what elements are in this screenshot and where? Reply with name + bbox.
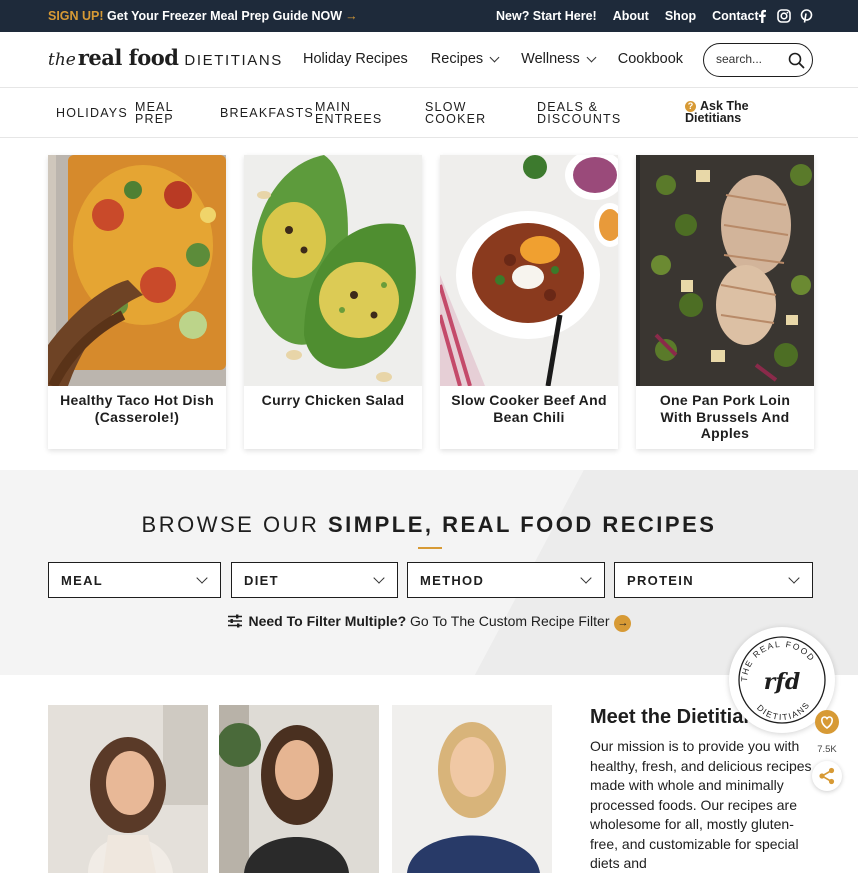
about-link[interactable]: About	[613, 9, 649, 23]
freezer-guide-promo[interactable]: SIGN UP! Get Your Freezer Meal Prep Guid…	[48, 9, 358, 23]
method-filter-dropdown[interactable]: Method	[407, 562, 605, 598]
arrow-right-icon: →	[345, 9, 358, 23]
recipe-image-curry-chicken-salad[interactable]	[244, 155, 422, 386]
subnav-ask-dietitians[interactable]: ? Ask The Dietitians	[685, 100, 749, 124]
recipe-image-pork-loin[interactable]	[636, 155, 814, 386]
top-links: New? Start Here! About Shop Contact	[496, 9, 759, 23]
nav-cookbook[interactable]: Cookbook	[618, 51, 683, 67]
sliders-icon	[227, 614, 242, 628]
search-input[interactable]	[716, 52, 786, 66]
chevron-down-icon	[586, 52, 597, 62]
heart-icon	[821, 716, 833, 729]
svg-text:rfd: rfd	[764, 669, 800, 695]
meal-filter-dropdown[interactable]: Meal	[48, 562, 221, 598]
chevron-down-icon	[788, 572, 800, 584]
recipe-title[interactable]: Slow Cooker Beef And Bean Chili	[448, 392, 610, 425]
share-icon	[819, 767, 835, 785]
chevron-down-icon	[196, 572, 208, 584]
promo-topbar: SIGN UP! Get Your Freezer Meal Prep Guid…	[0, 0, 858, 32]
protein-filter-dropdown[interactable]: Protein	[614, 562, 813, 598]
main-nav: Holiday Recipes Recipes Wellness Cookboo…	[303, 51, 683, 67]
dietitian-photo	[48, 705, 208, 873]
browse-heading: BROWSE OUR SIMPLE, REAL FOOD RECIPES	[141, 512, 717, 537]
chevron-down-icon	[373, 572, 385, 584]
recipe-title[interactable]: Curry Chicken Salad	[252, 392, 414, 409]
recipe-card[interactable]: Curry Chicken Salad	[244, 155, 422, 449]
signup-label[interactable]: SIGN UP!	[48, 9, 104, 23]
contact-link[interactable]: Contact	[712, 9, 759, 23]
promo-text[interactable]: Get Your Freezer Meal Prep Guide NOW	[107, 9, 342, 23]
category-nav: Holidays Meal Prep Breakfasts Main Entrees…	[0, 88, 858, 138]
recipe-title[interactable]: One Pan Pork Loin With Brussels And Appl…	[644, 392, 806, 442]
search-box[interactable]	[703, 43, 813, 77]
diet-filter-dropdown[interactable]: Diet	[231, 562, 398, 598]
search-icon[interactable]	[788, 52, 805, 69]
pinterest-icon[interactable]	[800, 9, 813, 23]
nav-holiday-recipes[interactable]: Holiday Recipes	[303, 51, 408, 67]
share-button[interactable]	[812, 761, 842, 791]
subnav-deals-discounts[interactable]: Deals & Discounts	[537, 101, 621, 126]
facebook-icon[interactable]	[756, 9, 768, 23]
shop-link[interactable]: Shop	[665, 9, 696, 23]
arrow-right-icon[interactable]: →	[614, 615, 632, 632]
subnav-slow-cooker[interactable]: Slow Cooker	[425, 101, 486, 126]
recipe-card[interactable]: Slow Cooker Beef And Bean Chili	[440, 155, 618, 449]
recipe-title[interactable]: Healthy Taco Hot Dish (Casserole!)	[56, 392, 218, 425]
chevron-down-icon	[580, 572, 592, 584]
recipe-image-beef-bean-chili[interactable]	[440, 155, 618, 386]
recipe-image-taco-hot-dish[interactable]	[48, 155, 226, 386]
nav-wellness[interactable]: Wellness	[521, 51, 597, 67]
subnav-meal-prep[interactable]: Meal Prep	[135, 101, 174, 126]
heading-underline	[418, 547, 442, 549]
site-logo[interactable]: the real food DIETITIANS	[48, 45, 283, 75]
dietitian-photo	[392, 705, 552, 873]
favorite-heart-button[interactable]	[815, 710, 839, 734]
recipe-card[interactable]: One Pan Pork Loin With Brussels And Appl…	[636, 155, 814, 449]
site-header: the real food DIETITIANS Holiday Recipes…	[0, 32, 858, 88]
dietitian-photo	[219, 705, 379, 873]
social-links	[756, 9, 813, 23]
subnav-main-entrees[interactable]: Main Entrees	[315, 101, 382, 126]
chevron-down-icon	[489, 52, 500, 62]
custom-recipe-filter-link[interactable]: Go To The Custom Recipe Filter	[410, 613, 609, 629]
instagram-icon[interactable]	[777, 9, 791, 23]
recipe-card[interactable]: Healthy Taco Hot Dish (Casserole!)	[48, 155, 226, 449]
subnav-holidays[interactable]: Holidays	[56, 107, 128, 120]
favorite-count: 7.5K	[817, 744, 837, 755]
mission-text: Our mission is to provide you with healt…	[590, 738, 812, 871]
start-here-link[interactable]: New? Start Here!	[496, 9, 597, 23]
nav-recipes[interactable]: Recipes	[431, 51, 500, 67]
subnav-breakfasts[interactable]: Breakfasts	[220, 107, 314, 120]
